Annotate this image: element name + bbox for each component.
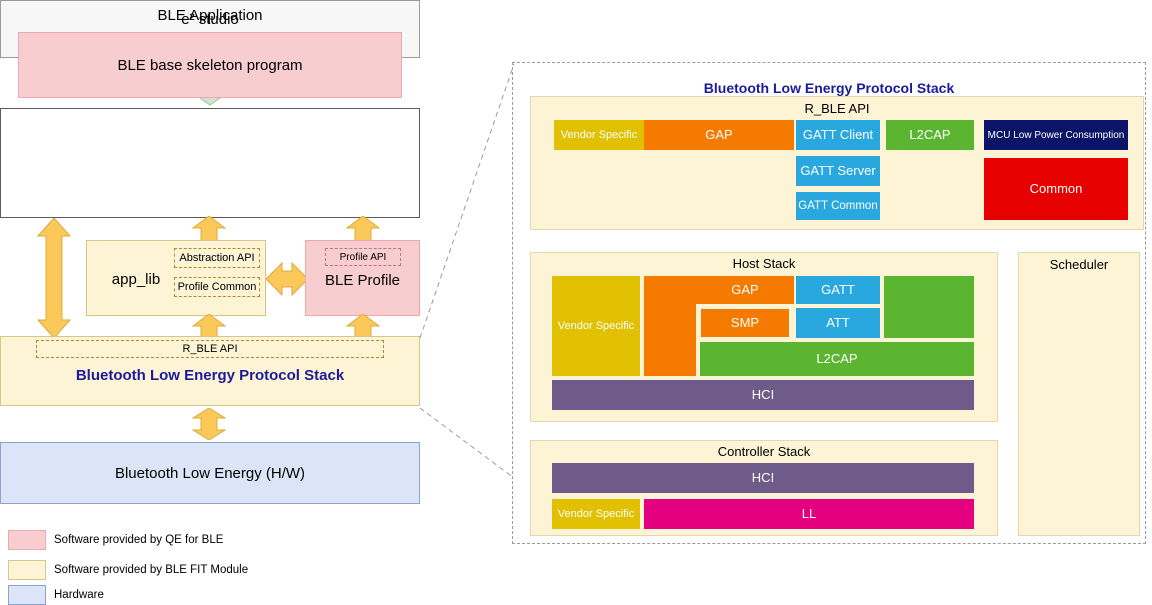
block-hci-host: HCI [552, 380, 974, 410]
arrow-app-to-stack-vertical [36, 218, 72, 338]
legend-swatch-fit [8, 560, 46, 580]
legend-swatch-hardware [8, 585, 46, 605]
block-label: MCU Low Power Consumption [987, 129, 1125, 141]
block-label: SMP [730, 314, 760, 330]
block-label: Vendor Specific [557, 319, 635, 332]
ble-base-skeleton-box: BLE base skeleton program [18, 32, 402, 98]
ble-profile-label: BLE Profile [324, 271, 401, 289]
legend-item-fit: Software provided by BLE FIT Module [8, 560, 248, 580]
block-l2cap-host: L2CAP [700, 342, 974, 376]
block-label: HCI [751, 386, 775, 402]
block-label: GATT Server [800, 162, 876, 178]
block-green-host-right [884, 276, 974, 338]
legend-label-hardware: Hardware [54, 589, 104, 601]
scheduler-panel [1018, 252, 1140, 536]
arrow-applib-to-profile [266, 262, 308, 296]
block-gatt-host: GATT [796, 276, 880, 304]
legend-item-hardware: Hardware [8, 585, 104, 605]
arrow-app-to-applib [192, 216, 226, 242]
block-l2cap-rble: L2CAP [886, 120, 974, 150]
block-label: LL [801, 505, 817, 521]
block-label: GATT [821, 281, 855, 297]
block-att: ATT [796, 308, 880, 338]
block-gatt-server: GATT Server [796, 156, 880, 186]
r-ble-api-panel-title: R_BLE API [804, 101, 870, 116]
block-label: L2CAP [816, 350, 858, 366]
block-label: L2CAP [909, 126, 951, 142]
block-vendor-specific-rble: Vendor Specific [554, 120, 644, 150]
host-stack-panel-title: Host Stack [732, 256, 796, 271]
block-mcu-low-power: MCU Low Power Consumption [984, 120, 1128, 150]
block-ll: LL [644, 499, 974, 529]
block-label: GATT Client [802, 126, 874, 142]
block-hci-controller: HCI [552, 463, 974, 493]
scheduler-panel-title: Scheduler [1049, 257, 1109, 272]
hardware-box: Bluetooth Low Energy (H/W) [0, 442, 420, 504]
legend-swatch-qe [8, 530, 46, 550]
r-ble-api-box: R_BLE API [36, 340, 384, 358]
block-label: Vendor Specific [557, 507, 635, 520]
block-gatt-client: GATT Client [796, 120, 880, 150]
profile-common-box: Profile Common [174, 277, 260, 297]
block-vendor-specific-controller: Vendor Specific [552, 499, 640, 529]
legend-item-qe: Software provided by QE for BLE [8, 530, 223, 550]
block-gap-host [644, 276, 696, 376]
arrow-app-to-profile [346, 216, 380, 242]
arrow-stack-to-hardware [192, 408, 226, 440]
ble-protocol-stack-label: Bluetooth Low Energy Protocol Stack [75, 366, 345, 384]
legend-label-fit: Software provided by BLE FIT Module [54, 564, 249, 576]
abstraction-api-box: Abstraction API [174, 248, 260, 268]
legend-label-qe: Software provided by QE for BLE [54, 534, 224, 546]
app-lib-label: app_lib [111, 270, 161, 288]
profile-api-box: Profile API [325, 248, 401, 266]
block-gap-rble: GAP [644, 120, 794, 150]
block-label: GAP [731, 281, 759, 297]
block-common-rble: Common [984, 158, 1128, 220]
ble-application-title: BLE Application [157, 6, 263, 24]
block-label: Vendor Specific [560, 128, 638, 141]
block-smp: SMP [700, 308, 790, 338]
block-label: ATT [826, 314, 850, 330]
block-label: GATT Common [798, 199, 878, 212]
protocol-stack-detail-title: Bluetooth Low Energy Protocol Stack [703, 80, 955, 96]
block-gatt-common: GATT Common [796, 192, 880, 220]
block-label: GAP [705, 126, 733, 142]
block-label: HCI [751, 469, 775, 485]
block-label: Common [1029, 180, 1083, 196]
block-vendor-specific-host: Vendor Specific [552, 276, 640, 376]
block-gap-host-label: GAP [696, 276, 794, 304]
zoom-connector-lines [419, 63, 515, 479]
controller-stack-panel-title: Controller Stack [717, 444, 811, 459]
ble-application-box [0, 108, 420, 218]
